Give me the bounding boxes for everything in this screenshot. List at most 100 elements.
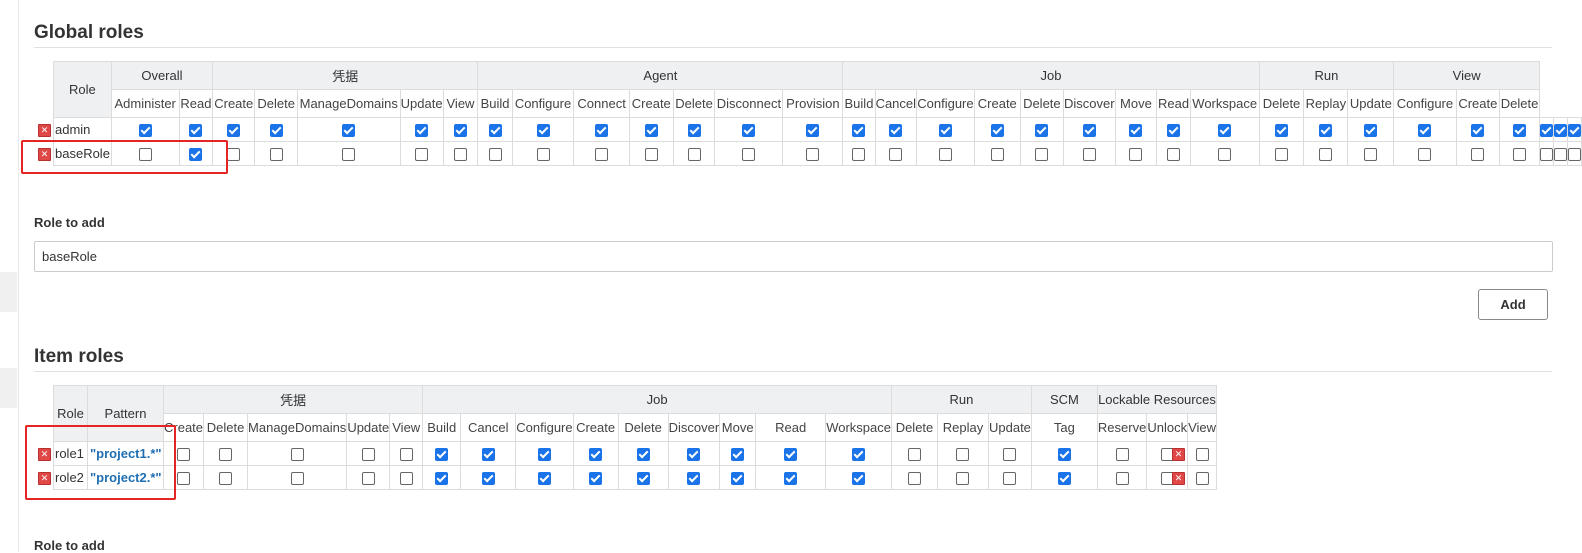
permission-checkbox[interactable] [1195,448,1209,462]
permission-checkbox[interactable] [361,472,375,486]
permission-checkbox[interactable] [595,124,609,138]
permission-checkbox[interactable] [1082,124,1096,138]
permission-checkbox[interactable] [415,124,429,138]
permission-checkbox[interactable] [806,148,820,162]
permission-checkbox[interactable] [589,448,603,462]
delete-role-icon[interactable]: ✕ [38,448,51,461]
permission-checkbox[interactable] [852,124,866,138]
permission-checkbox[interactable] [177,472,191,486]
permission-checkbox[interactable] [415,148,429,162]
permission-checkbox[interactable] [889,148,903,162]
permission-checkbox[interactable] [889,124,903,138]
permission-checkbox[interactable] [269,124,283,138]
permission-checkbox[interactable] [488,148,502,162]
permission-checkbox[interactable] [731,448,745,462]
permission-checkbox[interactable] [1274,148,1288,162]
permission-checkbox[interactable] [219,472,233,486]
permission-checkbox[interactable] [687,472,701,486]
permission-checkbox[interactable] [361,448,375,462]
permission-checkbox[interactable] [589,472,603,486]
permission-checkbox[interactable] [1218,124,1232,138]
permission-checkbox[interactable] [453,148,467,162]
permission-checkbox[interactable] [290,472,304,486]
permission-checkbox[interactable] [644,124,658,138]
permission-checkbox[interactable] [435,448,449,462]
permission-checkbox[interactable] [907,472,921,486]
permission-checkbox[interactable] [1418,124,1432,138]
permission-checkbox[interactable] [1082,148,1096,162]
permission-checkbox[interactable] [1218,148,1232,162]
permission-checkbox[interactable] [1129,124,1143,138]
permission-checkbox[interactable] [636,472,650,486]
permission-checkbox[interactable] [1274,124,1288,138]
permission-checkbox[interactable] [1513,148,1527,162]
permission-checkbox[interactable] [189,124,203,138]
permission-checkbox[interactable] [177,448,191,462]
permission-checkbox[interactable] [742,124,756,138]
delete-role-icon[interactable]: ✕ [1172,448,1185,461]
permission-checkbox[interactable] [938,148,952,162]
role-pattern[interactable]: "project2.*" [87,465,164,490]
permission-checkbox[interactable] [1057,472,1071,486]
permission-checkbox[interactable] [399,448,413,462]
permission-checkbox[interactable] [956,472,970,486]
permission-checkbox[interactable] [1035,148,1049,162]
delete-role-icon[interactable]: ✕ [38,124,51,137]
permission-checkbox[interactable] [1471,148,1485,162]
permission-checkbox[interactable] [481,448,495,462]
permission-checkbox[interactable] [806,124,820,138]
permission-checkbox[interactable] [1513,124,1527,138]
role-to-add-input[interactable]: baseRole [34,241,1553,272]
permission-checkbox[interactable] [537,448,551,462]
delete-role-icon[interactable]: ✕ [38,148,51,161]
permission-checkbox[interactable] [1167,124,1181,138]
permission-checkbox[interactable] [731,472,745,486]
delete-role-icon[interactable]: ✕ [1172,472,1185,485]
permission-checkbox[interactable] [1540,124,1553,138]
permission-checkbox[interactable] [852,448,866,462]
add-role-button[interactable]: Add [1478,289,1548,320]
permission-checkbox[interactable] [644,148,658,162]
permission-checkbox[interactable] [227,148,241,162]
permission-checkbox[interactable] [269,148,283,162]
permission-checkbox[interactable] [938,124,952,138]
permission-checkbox[interactable] [1364,124,1378,138]
permission-checkbox[interactable] [687,448,701,462]
permission-checkbox[interactable] [1129,148,1143,162]
sidebar-item[interactable] [0,368,17,408]
sidebar-item[interactable] [0,272,17,312]
permission-checkbox[interactable] [399,472,413,486]
permission-checkbox[interactable] [784,448,798,462]
permission-checkbox[interactable] [219,448,233,462]
permission-checkbox[interactable] [536,124,550,138]
permission-checkbox[interactable] [636,448,650,462]
permission-checkbox[interactable] [1003,472,1017,486]
permission-checkbox[interactable] [784,472,798,486]
permission-checkbox[interactable] [481,472,495,486]
permission-checkbox[interactable] [1554,124,1567,138]
permission-checkbox[interactable] [435,472,449,486]
permission-checkbox[interactable] [1568,148,1581,162]
permission-checkbox[interactable] [742,148,756,162]
permission-checkbox[interactable] [1115,472,1129,486]
permission-checkbox[interactable] [189,148,203,162]
permission-checkbox[interactable] [1003,448,1017,462]
permission-checkbox[interactable] [1568,124,1581,138]
permission-checkbox[interactable] [852,148,866,162]
permission-checkbox[interactable] [595,148,609,162]
permission-checkbox[interactable] [488,124,502,138]
permission-checkbox[interactable] [990,124,1004,138]
permission-checkbox[interactable] [138,148,152,162]
permission-checkbox[interactable] [227,124,241,138]
permission-checkbox[interactable] [342,148,356,162]
permission-checkbox[interactable] [536,148,550,162]
permission-checkbox[interactable] [1057,448,1071,462]
permission-checkbox[interactable] [1319,148,1333,162]
permission-checkbox[interactable] [290,448,304,462]
permission-checkbox[interactable] [1195,472,1209,486]
permission-checkbox[interactable] [537,472,551,486]
permission-checkbox[interactable] [1319,124,1333,138]
role-pattern[interactable]: "project1.*" [87,441,164,466]
permission-checkbox[interactable] [1418,148,1432,162]
permission-checkbox[interactable] [342,124,356,138]
